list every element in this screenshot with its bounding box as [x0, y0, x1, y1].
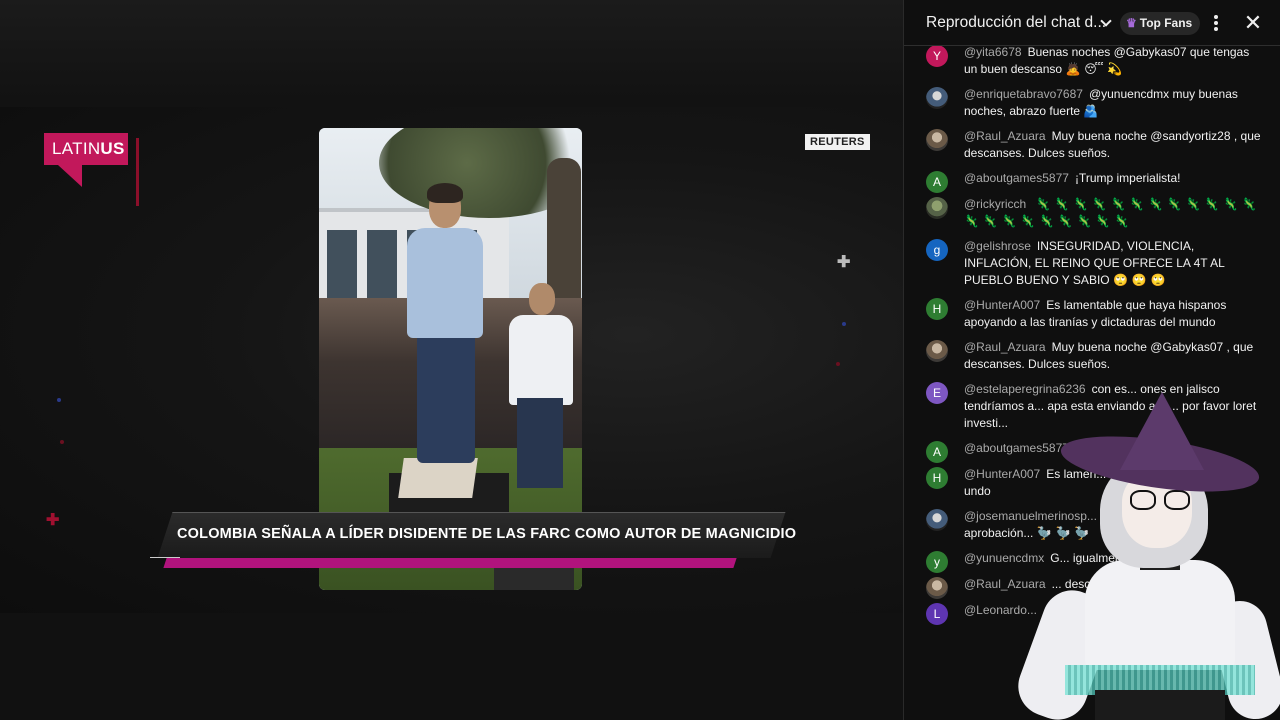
avatar[interactable]: y	[926, 551, 948, 573]
chat-author[interactable]: @estelaperegrina6236	[964, 382, 1086, 396]
chat-text: ¡Trump imperialista!	[1074, 171, 1181, 185]
chat-emoji: 🦤 🦤 🦤	[1036, 526, 1090, 540]
avatar[interactable]: g	[926, 239, 948, 261]
reuters-watermark: REUTERS	[805, 134, 870, 150]
avatar[interactable]	[926, 577, 948, 599]
avatar[interactable]: A	[926, 171, 948, 193]
glasses-icon	[1130, 490, 1192, 512]
avatar[interactable]	[926, 129, 948, 151]
chat-emoji: 🙇 😴 💫	[1065, 62, 1123, 76]
chat-message-list[interactable]: Y @yita6678 Buenas noches @Gabykas07 que t…	[904, 40, 1274, 625]
close-icon[interactable]: ✕	[1242, 12, 1264, 34]
more-vert-icon[interactable]	[1206, 13, 1226, 33]
chat-message: @Raul_Azuara Muy buena noche @sandyortiz2…	[904, 124, 1274, 166]
chat-author[interactable]: @aboutgames5877	[964, 441, 1069, 455]
chat-emoji: 🫂	[1083, 104, 1099, 118]
chat-author[interactable]: @yunuencdmx	[964, 551, 1044, 565]
top-fans-label: Top Fans	[1139, 16, 1193, 30]
chat-message: A @aboutgames5877 ¡Trump imperialista!	[904, 166, 1274, 193]
chat-message: @Raul_Azuara Muy buena noche @Gabykas07 ,…	[904, 335, 1274, 377]
chat-author[interactable]: @gelishrose	[964, 239, 1031, 253]
chat-author[interactable]: @enriquetabravo7687	[964, 87, 1083, 101]
chat-author[interactable]: @Raul_Azuara	[964, 577, 1046, 591]
chat-emoji: 🙄 🙄 🙄	[1112, 273, 1166, 287]
logo-accent-line	[136, 138, 139, 206]
chat-author[interactable]: @josemanuelmerinosp...	[964, 509, 1097, 523]
chat-author[interactable]: @Raul_Azuara	[964, 129, 1046, 143]
chat-author[interactable]: @HunterA007	[964, 467, 1040, 481]
avatar[interactable]: L	[926, 603, 948, 625]
plus-decoration-icon: ✚	[837, 254, 851, 271]
chat-message: H @HunterA007 Es lamentable que haya hispa…	[904, 293, 1274, 335]
speaker-person	[407, 228, 483, 338]
chat-author[interactable]: @Leonardo...	[964, 603, 1037, 617]
avatar[interactable]: A	[926, 441, 948, 463]
chat-message: g @gelishrose INSEGURIDAD, VIOLENCIA, INFL…	[904, 234, 1274, 293]
chat-author[interactable]: @HunterA007	[964, 298, 1040, 312]
avatar[interactable]	[926, 87, 948, 109]
avatar[interactable]: H	[926, 298, 948, 320]
chat-author[interactable]: @yita6678	[964, 45, 1022, 59]
chat-author[interactable]: @aboutgames5877	[964, 171, 1069, 185]
chat-header: Reproducción del chat d... ♛ Top Fans ✕	[904, 0, 1280, 46]
chat-author[interactable]: @Raul_Azuara	[964, 340, 1046, 354]
avatar[interactable]: E	[926, 382, 948, 404]
avatar[interactable]	[926, 340, 948, 362]
chat-message: @rickyricch 🦎 🦎 🦎 🦎 🦎 🦎 🦎 🦎 🦎 🦎 🦎 🦎 🦎 🦎 …	[904, 192, 1274, 234]
crown-icon: ♛	[1126, 16, 1137, 30]
chat-message: @enriquetabravo7687 @yunuencdmx muy buena…	[904, 82, 1274, 124]
avatar[interactable]: H	[926, 467, 948, 489]
chat-author[interactable]: @rickyricch	[964, 197, 1026, 211]
video-player[interactable]: LATINUS REUTERS COLOMBIA SEÑALA A LÍDER …	[0, 0, 903, 720]
avatar[interactable]: Y	[926, 45, 948, 67]
chat-title[interactable]: Reproducción del chat d...	[926, 14, 1106, 32]
video-floor	[0, 613, 903, 720]
avatar[interactable]	[926, 509, 948, 531]
top-fans-filter-button[interactable]: ♛ Top Fans	[1120, 12, 1201, 35]
avatar[interactable]	[926, 197, 948, 219]
plus-decoration-icon: ✚	[46, 512, 60, 529]
logo-tail	[58, 165, 82, 187]
chat-message: Y @yita6678 Buenas noches @Gabykas07 que t…	[904, 40, 1274, 82]
avatar-body	[1085, 560, 1235, 670]
chat-message: @josemanuelmerinosp......h, ya tiene más…	[904, 504, 1274, 546]
latinus-logo: LATINUS	[44, 133, 128, 165]
witch-hat	[1120, 392, 1204, 470]
chat-message: E @estelaperegrina6236 con es... ones en j…	[904, 377, 1274, 436]
headline-text: COLOMBIA SEÑALA A LÍDER DISIDENTE DE LAS…	[177, 526, 797, 542]
headline-accent-bar	[163, 558, 737, 568]
